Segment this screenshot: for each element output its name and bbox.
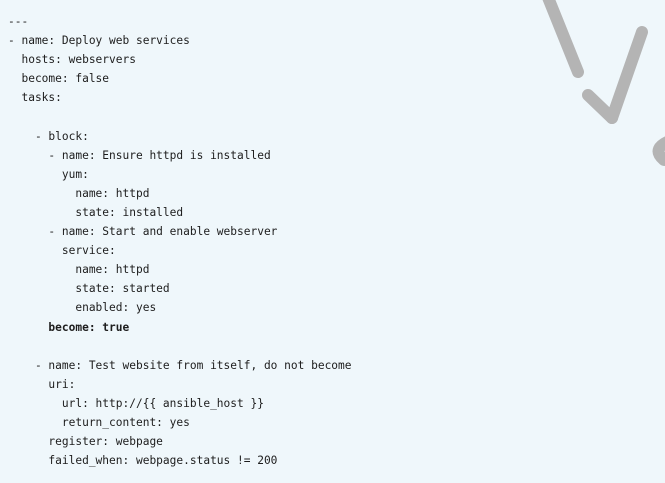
code-line: - name: Test website from itself, do not… (8, 358, 352, 372)
code-line: enabled: yes (8, 301, 157, 315)
code-line: become: false (8, 72, 110, 86)
code-line: - name: Ensure httpd is installed (8, 148, 271, 162)
code-line: name: httpd (8, 186, 150, 200)
code-line: state: started (8, 282, 170, 296)
code-line: name: httpd (8, 263, 150, 277)
code-line: tasks: (8, 91, 62, 105)
code-panel: --- - name: Deploy web services hosts: we… (0, 0, 665, 483)
code-line: --- (8, 15, 29, 28)
code-line: service: (8, 244, 116, 258)
code-line: hosts: webservers (8, 53, 136, 67)
code-line: state: installed (8, 205, 184, 219)
code-line: uri: (8, 377, 76, 391)
code-line: - name: Start and enable webserver (8, 225, 278, 239)
code-line: yum: (8, 167, 89, 181)
code-line: - block: (8, 129, 89, 143)
code-line: url: http://{{ ansible_host }} (8, 396, 264, 410)
code-line: return_content: yes (8, 415, 190, 429)
code-line-highlighted: become: true (8, 320, 130, 334)
yaml-code-block: --- - name: Deploy web services hosts: we… (8, 12, 665, 470)
code-line: - name: Deploy web services (8, 34, 190, 48)
code-line: register: webpage (8, 435, 163, 449)
code-line: failed_when: webpage.status != 200 (8, 454, 278, 468)
